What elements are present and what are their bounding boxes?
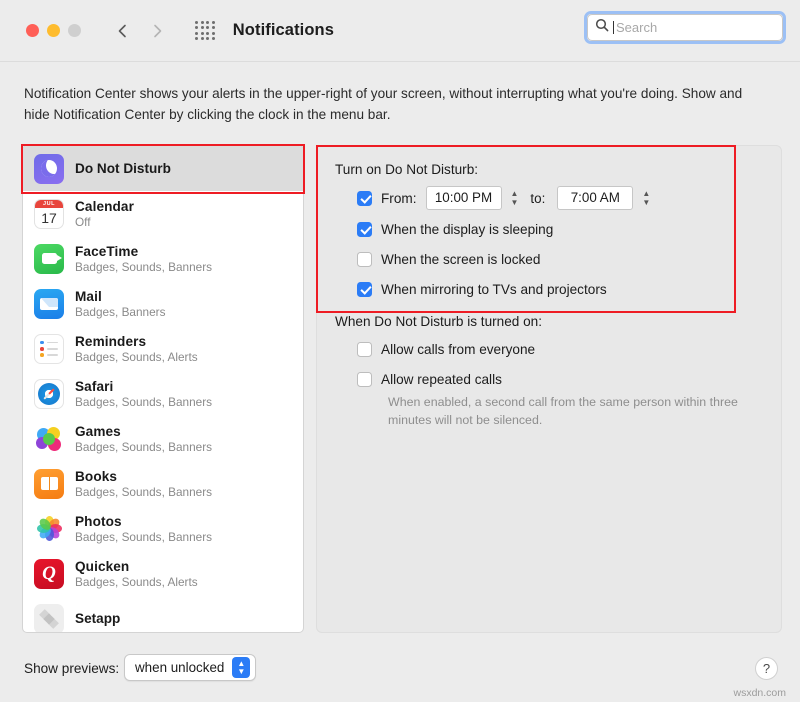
sidebar-item-label: Safari <box>75 378 114 394</box>
calendar-icon: JUL 17 <box>34 198 64 229</box>
preferences-body: Do Not Disturb JUL 17 Calendar Off FaceT… <box>0 125 800 634</box>
sidebar-item-subtitle: Badges, Sounds, Alerts <box>75 349 198 364</box>
search-input[interactable]: Search <box>587 14 783 41</box>
mirroring-option-row[interactable]: When mirroring to TVs and projectors <box>357 278 763 300</box>
schedule-checkbox[interactable] <box>357 190 372 206</box>
reminders-icon <box>34 333 64 364</box>
allow-calls-everyone-row[interactable]: Allow calls from everyone <box>357 338 763 360</box>
setapp-icon <box>34 603 64 633</box>
sidebar-item-games[interactable]: Games Badges, Sounds, Banners <box>23 416 303 461</box>
preferences-footer: Show previews: when unlocked ▲ ▼ ? wsxdn.… <box>0 640 800 702</box>
photos-icon <box>34 513 64 544</box>
sidebar-item-photos[interactable]: Photos Badges, Sounds, Banners <box>23 506 303 551</box>
calendar-day: 17 <box>41 210 57 227</box>
show-previews-label: Show previews: <box>24 661 120 676</box>
turn-on-section-title: Turn on Do Not Disturb: <box>335 162 479 178</box>
safari-icon <box>34 378 64 409</box>
repeated-calls-hint: When enabled, a second call from the sam… <box>388 395 738 428</box>
quicken-icon: Q <box>34 558 64 589</box>
sidebar-item-label: Books <box>75 468 118 484</box>
chevron-left-icon[interactable] <box>115 23 131 39</box>
sidebar-item-subtitle: Badges, Sounds, Banners <box>75 529 213 544</box>
from-label: From: <box>381 190 417 206</box>
watermark: wsxdn.com <box>733 687 786 699</box>
display-sleeping-label: When the display is sleeping <box>381 221 554 237</box>
mirroring-checkbox[interactable] <box>357 281 372 297</box>
sidebar-container: Do Not Disturb JUL 17 Calendar Off FaceT… <box>21 144 305 634</box>
sidebar-item-subtitle: Badges, Sounds, Banners <box>75 259 213 274</box>
show-previews-dropdown[interactable]: when unlocked ▲ ▼ <box>124 654 257 681</box>
sidebar-item-subtitle: Badges, Sounds, Banners <box>75 439 213 454</box>
sidebar-item-subtitle: Badges, Banners <box>75 304 166 319</box>
sidebar-item-mail[interactable]: Mail Badges, Banners <box>23 281 303 326</box>
turned-on-section-title: When Do Not Disturb is turned on: <box>335 314 543 330</box>
allow-calls-everyone-label: Allow calls from everyone <box>381 341 536 357</box>
screen-locked-checkbox[interactable] <box>357 251 372 267</box>
display-sleeping-option-row[interactable]: When the display is sleeping <box>357 218 763 240</box>
allow-calls-everyone-checkbox[interactable] <box>357 341 372 357</box>
games-icon <box>34 423 64 454</box>
sidebar-item-label: Reminders <box>75 333 147 349</box>
sidebar-item-label: Calendar <box>75 198 134 214</box>
sidebar-item-safari[interactable]: Safari Badges, Sounds, Banners <box>23 371 303 416</box>
zoom-window-button <box>68 24 81 37</box>
to-time-stepper[interactable]: ▲ ▼ <box>642 189 650 207</box>
sidebar-item-label: Do Not Disturb <box>75 161 171 177</box>
sidebar-item-subtitle: Badges, Sounds, Banners <box>75 394 213 409</box>
sidebar-item-label: Games <box>75 423 121 439</box>
from-time-stepper[interactable]: ▲ ▼ <box>511 189 519 207</box>
chevron-up-down-icon[interactable]: ▲ ▼ <box>232 657 251 678</box>
mail-icon <box>34 288 64 319</box>
sidebar-item-calendar[interactable]: JUL 17 Calendar Off <box>23 191 303 236</box>
sidebar-item-do-not-disturb[interactable]: Do Not Disturb <box>23 146 303 192</box>
screen-locked-option-row[interactable]: When the screen is locked <box>357 248 763 270</box>
sidebar-item-label: Quicken <box>75 558 130 574</box>
screen-locked-label: When the screen is locked <box>381 251 541 267</box>
allow-repeated-calls-checkbox[interactable] <box>357 371 372 387</box>
sidebar-item-label: Mail <box>75 288 102 304</box>
notifications-app-list[interactable]: Do Not Disturb JUL 17 Calendar Off FaceT… <box>22 145 304 634</box>
page-title: Notifications <box>232 21 334 39</box>
sidebar-item-reminders[interactable]: Reminders Badges, Sounds, Alerts <box>23 326 303 371</box>
sidebar-item-subtitle: Badges, Sounds, Banners <box>75 484 213 499</box>
text-caret <box>613 21 614 34</box>
sidebar-item-subtitle: Off <box>75 214 91 229</box>
books-icon <box>34 468 64 499</box>
sidebar-item-facetime[interactable]: FaceTime Badges, Sounds, Banners <box>23 236 303 281</box>
facetime-icon <box>34 243 64 274</box>
schedule-option-row[interactable]: From: 10:00 PM ▲ ▼ to: 7:00 AM ▲ ▼ <box>357 186 763 211</box>
sidebar-item-label: FaceTime <box>75 243 139 259</box>
allow-repeated-calls-label: Allow repeated calls <box>381 371 502 387</box>
display-sleeping-checkbox[interactable] <box>357 221 372 237</box>
navigation-buttons <box>115 23 165 39</box>
minimize-window-button[interactable] <box>47 24 60 37</box>
chevron-right-icon[interactable] <box>149 23 165 39</box>
sidebar-item-setapp[interactable]: Setapp <box>23 596 303 633</box>
traffic-lights <box>26 24 81 37</box>
close-window-button[interactable] <box>26 24 39 37</box>
window-titlebar: Notifications Search <box>0 0 800 62</box>
sidebar-item-label: Setapp <box>75 611 121 627</box>
sidebar-item-books[interactable]: Books Badges, Sounds, Banners <box>23 461 303 506</box>
help-button[interactable]: ? <box>755 657 778 680</box>
sidebar-item-label: Photos <box>75 513 122 529</box>
panel-description: Notification Center shows your alerts in… <box>24 86 743 122</box>
sidebar-item-quicken[interactable]: Q Quicken Badges, Sounds, Alerts <box>23 551 303 596</box>
to-time-field[interactable]: 7:00 AM <box>557 186 634 211</box>
do-not-disturb-settings-panel: Turn on Do Not Disturb: From: 10:00 PM ▲… <box>316 145 782 634</box>
search-field[interactable]: Search <box>584 11 786 44</box>
allow-repeated-calls-row[interactable]: Allow repeated calls <box>357 368 763 390</box>
sidebar-item-subtitle: Badges, Sounds, Alerts <box>75 574 198 589</box>
calendar-month: JUL <box>35 199 63 209</box>
show-previews-value: when unlocked <box>135 660 225 675</box>
mirroring-label: When mirroring to TVs and projectors <box>381 281 607 297</box>
search-icon <box>595 18 609 37</box>
from-time-field[interactable]: 10:00 PM <box>425 186 502 211</box>
to-label: to: <box>530 190 546 206</box>
do-not-disturb-icon <box>34 153 64 184</box>
search-placeholder: Search <box>616 20 658 35</box>
show-all-grid-icon[interactable] <box>195 20 215 41</box>
